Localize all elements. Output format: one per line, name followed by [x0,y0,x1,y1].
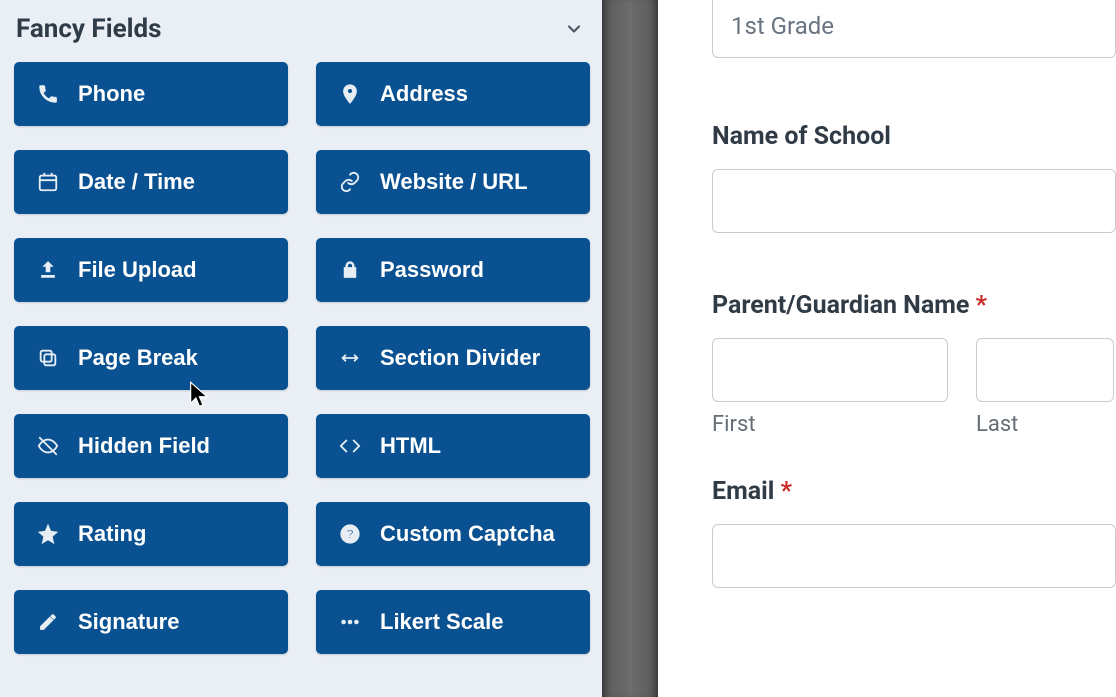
field-label: Hidden Field [78,433,210,459]
parent-label: Parent/Guardian Name * [712,291,1116,320]
sidebar-header[interactable]: Fancy Fields [10,0,592,62]
required-marker: * [781,477,792,506]
last-sublabel: Last [976,412,1114,437]
parent-field: Parent/Guardian Name * First Last [712,291,1116,437]
field-label: Signature [78,609,179,635]
grade-select[interactable]: 1st Grade [712,0,1116,58]
field-section-divider[interactable]: Section Divider [316,326,590,390]
dots-icon [338,610,362,634]
email-label: Email * [712,477,1116,506]
school-input[interactable] [712,169,1116,233]
field-label: Likert Scale [380,609,504,635]
star-icon [36,522,60,546]
first-name-col: First [712,338,948,437]
fields-sidebar: Fancy Fields Phone Address Date / Time [0,0,602,697]
field-label: Phone [78,81,145,107]
copy-icon [36,346,60,370]
pin-icon [338,82,362,106]
field-html[interactable]: HTML [316,414,590,478]
code-icon [338,434,362,458]
divider-icon [338,346,362,370]
field-file-upload[interactable]: File Upload [14,238,288,302]
field-label: Rating [78,521,146,547]
upload-icon [36,258,60,282]
resize-handle[interactable] [602,0,658,697]
email-input[interactable] [712,524,1116,588]
field-label: Address [380,81,468,107]
field-label: Website / URL [380,169,528,195]
parent-label-text: Parent/Guardian Name [712,291,969,320]
email-label-text: Email [712,477,774,506]
fields-grid: Phone Address Date / Time Website / URL [10,62,592,654]
school-field: Name of School [712,122,1116,233]
svg-text:?: ? [346,527,354,542]
eye-off-icon [36,434,60,458]
field-label: Page Break [78,345,198,371]
phone-icon [36,82,60,106]
lock-icon [338,258,362,282]
last-name-col: Last [976,338,1114,437]
grade-field: 1st Grade [712,0,1116,58]
field-label: Date / Time [78,169,195,195]
school-label: Name of School [712,122,1116,151]
field-phone[interactable]: Phone [14,62,288,126]
field-label: HTML [380,433,441,459]
email-field: Email * [712,477,1116,588]
field-label: File Upload [78,257,197,283]
chevron-down-icon[interactable] [562,17,586,41]
field-hidden[interactable]: Hidden Field [14,414,288,478]
field-rating[interactable]: Rating [14,502,288,566]
calendar-icon [36,170,60,194]
first-sublabel: First [712,412,948,437]
form-preview: 1st Grade Name of School Parent/Guardian… [658,0,1116,697]
field-custom-captcha[interactable]: ? Custom Captcha [316,502,590,566]
sidebar-title: Fancy Fields [16,14,162,44]
field-label: Password [380,257,484,283]
pencil-icon [36,610,60,634]
field-password[interactable]: Password [316,238,590,302]
field-label: Custom Captcha [380,521,555,547]
last-name-input[interactable] [976,338,1114,402]
field-datetime[interactable]: Date / Time [14,150,288,214]
field-likert[interactable]: Likert Scale [316,590,590,654]
link-icon [338,170,362,194]
field-url[interactable]: Website / URL [316,150,590,214]
grade-value: 1st Grade [731,12,834,40]
first-name-input[interactable] [712,338,948,402]
field-page-break[interactable]: Page Break [14,326,288,390]
field-address[interactable]: Address [316,62,590,126]
field-signature[interactable]: Signature [14,590,288,654]
required-marker: * [976,291,987,320]
question-icon: ? [338,522,362,546]
field-label: Section Divider [380,345,540,371]
